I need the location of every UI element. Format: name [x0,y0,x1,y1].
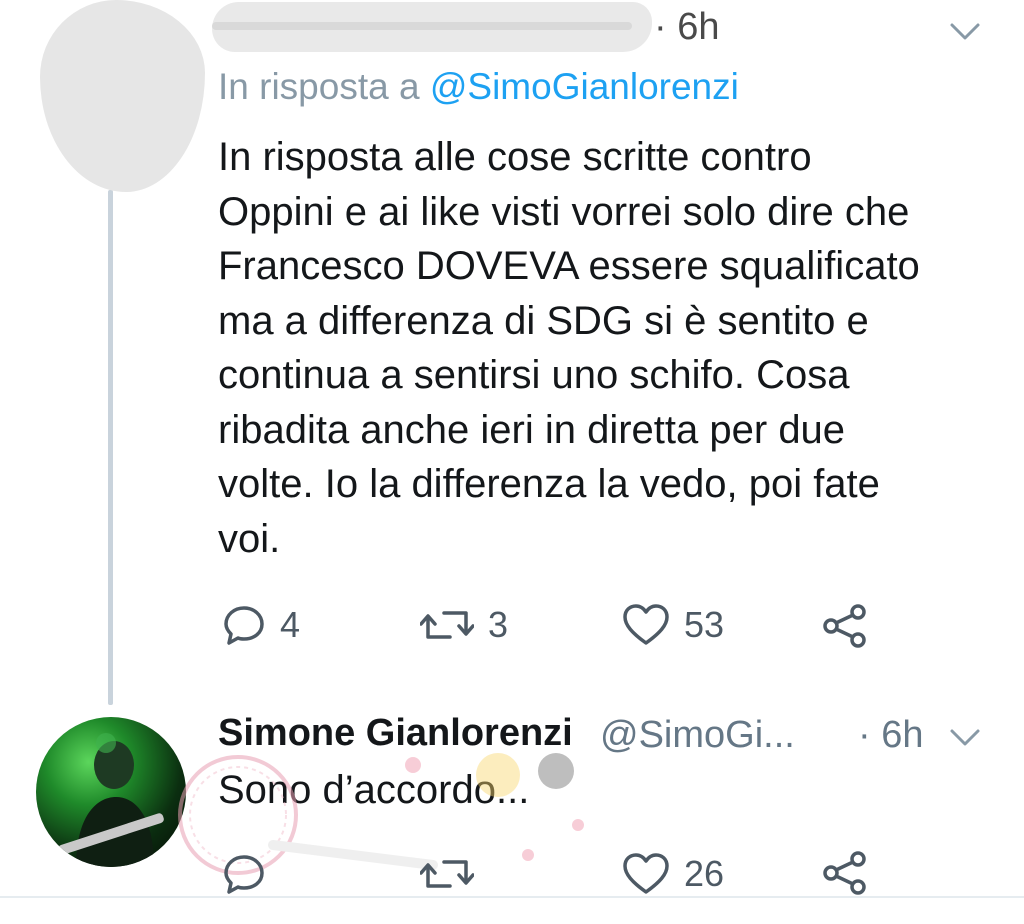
retweet-button[interactable]: 3 [420,603,508,647]
reply-button[interactable] [222,852,266,896]
avatar[interactable] [36,717,186,867]
retweet-icon [420,603,474,647]
like-button[interactable]: 53 [622,603,724,647]
tweet-timestamp[interactable]: · 6h [858,714,923,757]
like-button[interactable]: 26 [622,852,724,896]
reply-context: In risposta a @SimoGianlorenzi [218,66,739,108]
reply-to-mention-link[interactable]: @SimoGianlorenzi [430,66,739,107]
reply-button[interactable]: 4 [222,603,300,647]
tweet-body-text: Sono d’accordo... [218,768,530,812]
reply-to-label: In risposta a [218,66,430,107]
retweet-count: 3 [488,604,509,645]
heart-icon [622,603,670,647]
like-count: 26 [684,853,725,894]
thread-connector-line [108,190,113,705]
speech-bubble-icon [222,852,266,896]
redacted-avatar [40,0,205,192]
tweet-divider [0,896,1024,898]
heart-icon [622,852,670,896]
retweet-button[interactable] [420,852,474,896]
chevron-down-icon[interactable] [948,720,982,754]
share-icon[interactable] [822,850,868,896]
display-name[interactable]: Simone Gianlorenzi [218,712,573,755]
speech-bubble-icon [222,603,266,647]
like-count: 53 [684,604,725,645]
retweet-icon [420,852,474,896]
redacted-username-scribble [212,22,632,30]
reply-count: 4 [280,604,301,645]
user-handle[interactable]: @SimoGi... [600,714,795,757]
tweet-timestamp[interactable]: · 6h [654,6,719,49]
chevron-down-icon[interactable] [948,14,982,48]
share-icon[interactable] [822,603,868,649]
tweet-body-text: In risposta alle cose scritte contro Opp… [218,135,920,561]
